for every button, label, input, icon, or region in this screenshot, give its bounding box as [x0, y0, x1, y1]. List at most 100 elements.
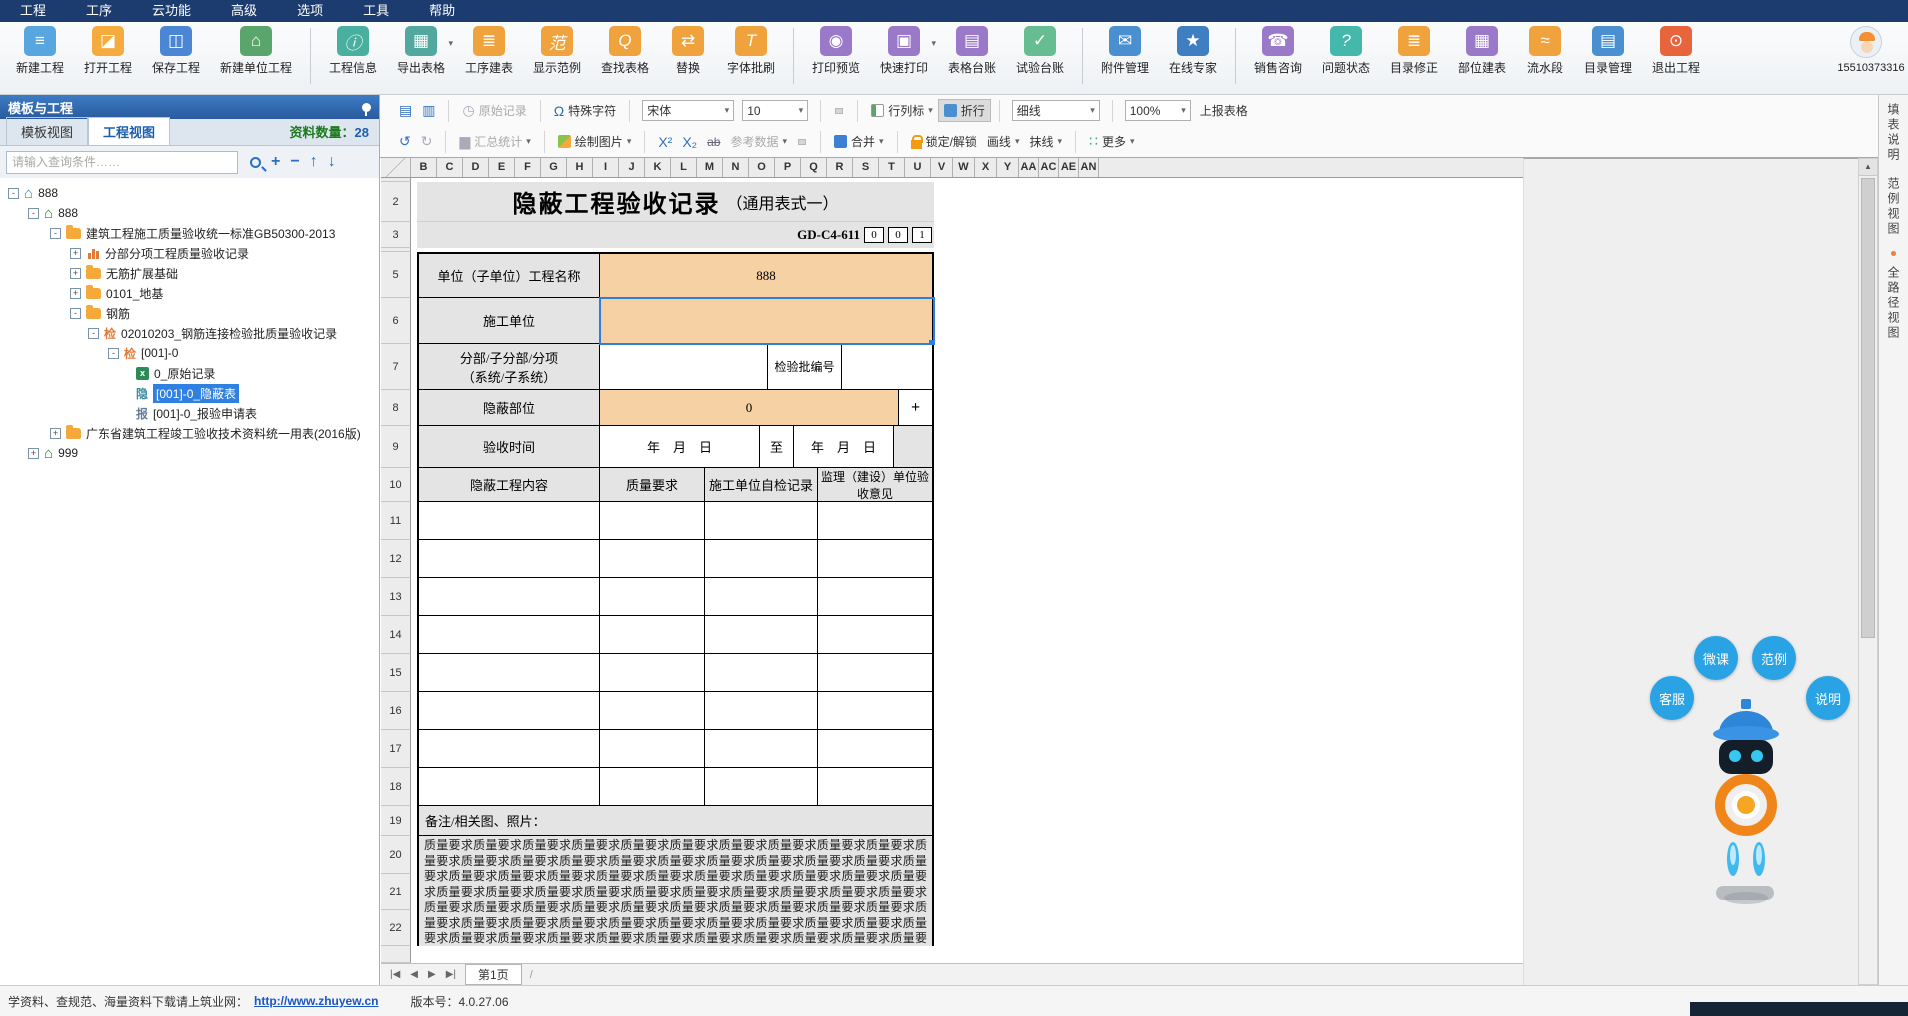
- zhuye-website-link[interactable]: http://www.zhuyew.cn: [254, 994, 378, 1008]
- open-project-button[interactable]: ◪ 打开工程: [74, 26, 142, 76]
- remove-icon[interactable]: −: [290, 153, 299, 171]
- note-content[interactable]: 质量要求质量要求质量要求质量要求质量要求质量要求质量要求质量要求质量要求质量要求…: [417, 836, 934, 946]
- font-size-select[interactable]: 10▾: [742, 100, 808, 121]
- bubble-help[interactable]: 说明: [1806, 676, 1850, 720]
- row-header[interactable]: 7: [381, 344, 411, 390]
- halign-right-button[interactable]: [806, 140, 812, 144]
- assistant-robot-mascot[interactable]: [1700, 693, 1792, 908]
- tree-item-001-0[interactable]: -检[001]-0: [0, 343, 379, 363]
- chevron-down-icon[interactable]: ▾: [448, 38, 453, 49]
- tab-example-view[interactable]: 范例视图: [1885, 177, 1902, 237]
- font-batch-button[interactable]: T 字体批刷: [717, 26, 785, 76]
- tab-fill-instructions[interactable]: 填表说明: [1885, 103, 1902, 163]
- row-header[interactable]: 6: [381, 298, 411, 344]
- new-project-button[interactable]: ≡ 新建工程: [6, 26, 74, 76]
- menu-project[interactable]: 工程: [0, 0, 66, 22]
- superscript-button[interactable]: X²: [653, 132, 677, 152]
- tree-item-root-888[interactable]: -⌂888: [0, 183, 379, 203]
- builder-value-selected-cell[interactable]: [600, 298, 934, 344]
- hidden-part-value[interactable]: 0: [600, 390, 899, 426]
- menu-advanced[interactable]: 高级: [211, 0, 277, 22]
- reference-data-button[interactable]: 参考数据▾: [725, 131, 792, 152]
- original-record-button[interactable]: ◷原始记录: [457, 100, 531, 121]
- row-header[interactable]: 9: [381, 426, 411, 468]
- subscript-button[interactable]: X₂: [677, 132, 702, 152]
- tab-template-view[interactable]: 模板视图: [6, 117, 88, 145]
- tree-item-foundation[interactable]: +无筋扩展基础: [0, 263, 379, 283]
- zoom-select[interactable]: 100%▾: [1125, 100, 1191, 121]
- merge-button[interactable]: 合并▾: [829, 131, 889, 152]
- menu-cloud[interactable]: 云功能: [132, 0, 211, 22]
- batch-number-value[interactable]: [842, 344, 934, 390]
- row-header[interactable]: 5: [381, 252, 411, 298]
- report-table-button[interactable]: 上报表格: [1195, 100, 1253, 121]
- find-table-button[interactable]: Q 查找表格: [591, 26, 659, 76]
- add-row-button[interactable]: +: [899, 390, 934, 426]
- show-example-button[interactable]: 范 显示范例: [523, 26, 591, 76]
- search-icon[interactable]: [250, 157, 261, 168]
- bubble-micro-course[interactable]: 微课: [1694, 636, 1738, 680]
- bubble-customer-service[interactable]: 客服: [1650, 676, 1694, 720]
- attachment-manage-button[interactable]: ✉ 附件管理: [1091, 26, 1159, 76]
- redo-button[interactable]: ↻: [416, 131, 438, 152]
- unit-name-value[interactable]: 888: [600, 252, 934, 298]
- copy-button[interactable]: ▤: [394, 100, 417, 121]
- rowcol-header-button[interactable]: 行列标▾: [866, 100, 938, 121]
- strikethrough-button[interactable]: ab: [702, 133, 725, 151]
- time-end-value[interactable]: 年 月 日: [794, 426, 894, 468]
- code-box[interactable]: 1: [912, 227, 932, 243]
- bubble-example[interactable]: 范例: [1752, 636, 1796, 680]
- row-header[interactable]: 19: [381, 806, 411, 836]
- catalog-fix-button[interactable]: ≣ 目录修正: [1380, 26, 1448, 76]
- add-icon[interactable]: +: [271, 153, 280, 171]
- tree-item-0101-ground[interactable]: +0101_地基: [0, 283, 379, 303]
- code-box[interactable]: 0: [888, 227, 908, 243]
- next-page-button[interactable]: ▶: [423, 969, 441, 980]
- sheet-corner[interactable]: [381, 158, 411, 177]
- tree-item-quality-record[interactable]: +分部分项工程质量验收记录: [0, 243, 379, 263]
- paste-button[interactable]: ▥: [417, 100, 440, 121]
- tree-item-gb50300[interactable]: -建筑工程施工质量验收统一标准GB50300-2013: [0, 223, 379, 243]
- move-up-icon[interactable]: ↑: [310, 153, 318, 171]
- online-expert-button[interactable]: ★ 在线专家: [1159, 26, 1227, 76]
- new-unit-project-button[interactable]: ⌂ 新建单位工程: [210, 26, 302, 76]
- tab-full-path-view[interactable]: 全路径视图: [1885, 266, 1902, 341]
- row-header[interactable]: 8: [381, 390, 411, 426]
- issue-status-button[interactable]: ? 问题状态: [1312, 26, 1380, 76]
- wrap-button[interactable]: 折行: [938, 99, 991, 122]
- scrollbar-thumb[interactable]: [1861, 178, 1875, 638]
- draw-picture-button[interactable]: 绘制图片▾: [553, 131, 637, 152]
- line-style-select[interactable]: 细线▾: [1012, 100, 1100, 121]
- menu-process[interactable]: 工序: [66, 0, 132, 22]
- print-preview-button[interactable]: ◉ 打印预览: [802, 26, 870, 76]
- code-box[interactable]: 0: [864, 227, 884, 243]
- test-ledger-button[interactable]: ✓ 试验台账: [1006, 26, 1074, 76]
- prev-page-button[interactable]: ◀: [405, 969, 423, 980]
- valign-bottom-button[interactable]: [843, 109, 849, 113]
- process-build-table-button[interactable]: ≣ 工序建表: [455, 26, 523, 76]
- quick-print-button[interactable]: ▣ 快速打印 ▾: [870, 26, 938, 76]
- menu-tools[interactable]: 工具: [343, 0, 409, 22]
- tree-item-inspection-apply[interactable]: 报[001]-0_报验申请表: [0, 403, 379, 423]
- tree-item-guangdong-2016[interactable]: +广东省建筑工程竣工验收技术资料统一用表(2016版): [0, 423, 379, 443]
- division-value[interactable]: [600, 344, 768, 390]
- tree-item-original-record[interactable]: x0_原始记录: [0, 363, 379, 383]
- summary-stats-button[interactable]: ▆汇总统计▾: [454, 131, 535, 152]
- search-input[interactable]: [6, 151, 238, 174]
- first-page-button[interactable]: |◀: [385, 969, 405, 980]
- chevron-down-icon[interactable]: ▾: [931, 38, 936, 49]
- draw-line-button[interactable]: 画线▾: [982, 131, 1025, 152]
- last-page-button[interactable]: ▶|: [441, 969, 461, 980]
- scroll-up-icon[interactable]: ▲: [1859, 159, 1877, 176]
- part-build-table-button[interactable]: ▦ 部位建表: [1448, 26, 1516, 76]
- vertical-scrollbar[interactable]: ▲: [1858, 158, 1878, 985]
- table-ledger-button[interactable]: ▤ 表格台账: [938, 26, 1006, 76]
- form-code-cell[interactable]: GD-C4-611 0 0 1: [417, 222, 934, 248]
- tree-item-unit-888[interactable]: -⌂888: [0, 203, 379, 223]
- time-start-value[interactable]: 年 月 日: [600, 426, 760, 468]
- tree-item-hidden-table-selected[interactable]: 隐[001]-0_隐蔽表: [0, 383, 379, 403]
- catalog-manage-button[interactable]: ▤ 目录管理: [1574, 26, 1642, 76]
- row-header[interactable]: 3: [381, 222, 411, 248]
- lock-unlock-button[interactable]: 锁定/解锁: [906, 131, 982, 152]
- row-header[interactable]: 10: [381, 468, 411, 502]
